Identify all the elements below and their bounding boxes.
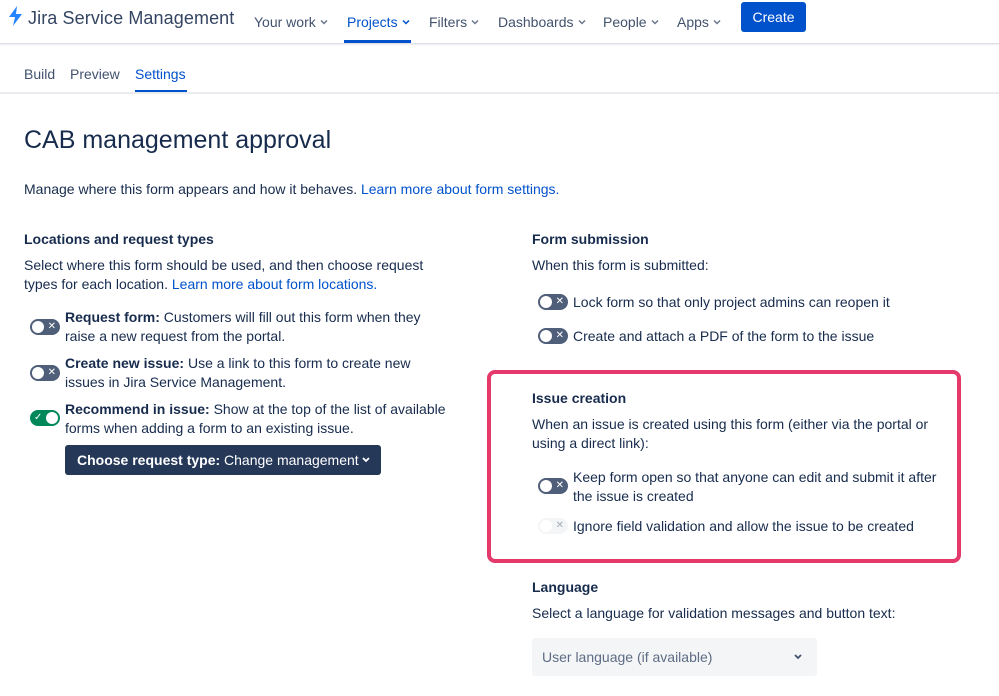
nav-people-label: People — [603, 14, 647, 30]
keep-form-open-option: Keep form open so that anyone can edit a… — [573, 468, 953, 506]
request-form-text-line2: raise a new request from the portal. — [65, 328, 286, 344]
nav-people[interactable]: People — [603, 0, 659, 44]
locations-description-line1: Select where this form should be used, a… — [24, 257, 424, 273]
tab-build[interactable]: Build — [24, 66, 55, 82]
chevron-down-icon — [362, 457, 370, 463]
language-description: Select a language for validation message… — [532, 605, 896, 621]
toggle-knob — [32, 321, 44, 333]
nav-apps-label: Apps — [677, 14, 709, 30]
language-heading: Language — [532, 579, 599, 595]
create-new-issue-option: Create new issue: Use a link to this for… — [65, 354, 455, 392]
issue-creation-description-line2: using a direct link): — [532, 435, 649, 451]
ignore-validation-toggle: ✕ — [538, 518, 568, 534]
locations-description: Select where this form should be used, a… — [24, 256, 423, 294]
toggle-knob — [540, 480, 552, 492]
nav-apps[interactable]: Apps — [677, 0, 721, 44]
create-new-issue-option-line1: Create new issue: Use a link to this for… — [65, 354, 455, 373]
jira-bolt-icon — [8, 5, 23, 31]
create-new-issue-title: Create new issue: — [65, 355, 185, 371]
cross-icon: ✕ — [555, 296, 564, 307]
recommend-in-issue-option: Recommend in issue: Show at the top of t… — [65, 400, 455, 438]
nav-filters[interactable]: Filters — [429, 0, 479, 44]
create-new-issue-text-line2: issues in Jira Service Management. — [65, 374, 286, 390]
chevron-down-icon — [471, 19, 479, 25]
keep-form-open-text-line2: the issue is created — [573, 488, 694, 504]
locations-heading: Locations and request types — [24, 231, 214, 247]
form-submission-heading: Form submission — [532, 231, 649, 247]
create-new-issue-toggle[interactable]: ✕ — [30, 365, 60, 381]
nav-active-indicator — [344, 40, 411, 43]
toggle-knob — [46, 412, 58, 424]
form-locations-link[interactable]: Learn more about form locations. — [172, 276, 377, 292]
language-select-value: User language (if available) — [542, 649, 713, 665]
create-button[interactable]: Create — [741, 2, 806, 32]
nav-filters-label: Filters — [429, 14, 468, 30]
locations-description-line2: types for each location. Learn more abou… — [24, 275, 423, 294]
language-select[interactable]: User language (if available) — [532, 638, 817, 676]
ignore-validation-option-text: Ignore field validation and allow the is… — [573, 518, 914, 534]
attach-pdf-option-text: Create and attach a PDF of the form to t… — [573, 328, 875, 344]
request-form-toggle[interactable]: ✕ — [30, 319, 60, 335]
tab-settings[interactable]: Settings — [135, 66, 186, 82]
keep-form-open-text-line1: Keep form open so that anyone can edit a… — [573, 469, 937, 485]
tab-preview[interactable]: Preview — [70, 66, 120, 82]
form-submission-description: When this form is submitted: — [532, 257, 709, 273]
intro-text: Manage where this form appears and how i… — [24, 181, 559, 197]
request-form-text-line1: Customers will fill out this form when t… — [159, 309, 421, 325]
request-form-title: Request form: — [65, 309, 160, 325]
cross-icon: ✕ — [47, 321, 56, 332]
chevron-down-icon — [794, 654, 802, 660]
attach-pdf-toggle[interactable]: ✕ — [538, 328, 568, 344]
toggle-knob — [540, 330, 552, 342]
issue-creation-heading: Issue creation — [532, 390, 627, 406]
app-name: Jira Service Management — [28, 7, 235, 28]
lock-form-toggle[interactable]: ✕ — [538, 294, 568, 310]
chevron-down-icon — [577, 19, 586, 25]
issue-creation-description: When an issue is created using this form… — [532, 415, 928, 453]
page-title: CAB management approval — [24, 126, 332, 154]
nav-dashboards[interactable]: Dashboards — [498, 0, 586, 44]
check-icon: ✓ — [34, 412, 43, 423]
cross-icon: ✕ — [555, 520, 564, 531]
chevron-down-icon — [320, 19, 328, 25]
toggle-knob — [32, 367, 44, 379]
recommend-in-issue-toggle[interactable]: ✓ — [30, 410, 60, 426]
chevron-down-icon — [651, 19, 659, 25]
chevron-down-icon — [713, 19, 721, 25]
top-navigation: Jira Service Management Your work Projec… — [0, 0, 999, 44]
chevron-down-icon — [402, 19, 410, 25]
toggle-knob — [540, 520, 552, 532]
create-new-issue-text-line1: Use a link to this form to create new — [184, 355, 411, 371]
recommend-in-issue-text-line2: forms when adding a form to an existing … — [65, 420, 354, 436]
form-tabs: Build Preview Settings — [0, 56, 999, 94]
toggle-knob — [540, 296, 552, 308]
request-form-option-line1: Request form: Customers will fill out th… — [65, 308, 455, 327]
cross-icon: ✕ — [47, 367, 56, 378]
app-logo[interactable]: Jira Service Management — [8, 5, 235, 31]
intro-description: Manage where this form appears and how i… — [24, 181, 361, 197]
request-form-option: Request form: Customers will fill out th… — [65, 308, 455, 346]
nav-your-work[interactable]: Your work — [254, 0, 328, 44]
keep-form-open-toggle[interactable]: ✕ — [538, 478, 568, 494]
recommend-in-issue-option-line1: Recommend in issue: Show at the top of t… — [65, 400, 455, 419]
request-type-label: Choose request type: — [77, 452, 221, 468]
recommend-in-issue-text-line1: Show at the top of the list of available — [209, 401, 446, 417]
cross-icon: ✕ — [555, 480, 564, 491]
lock-form-option-text: Lock form so that only project admins ca… — [573, 294, 890, 310]
request-type-value: Change management — [220, 452, 359, 468]
choose-request-type-button[interactable]: Choose request type: Change management — [65, 445, 381, 475]
tab-active-indicator — [135, 90, 187, 92]
nav-projects[interactable]: Projects — [347, 0, 410, 44]
nav-projects-label: Projects — [347, 14, 398, 30]
nav-dashboards-label: Dashboards — [498, 14, 574, 30]
recommend-in-issue-title: Recommend in issue: — [65, 401, 210, 417]
cross-icon: ✕ — [555, 330, 564, 341]
issue-creation-description-line1: When an issue is created using this form… — [532, 416, 929, 432]
locations-description-line2-text: types for each location. — [24, 276, 172, 292]
nav-your-work-label: Your work — [254, 14, 316, 30]
form-settings-link[interactable]: Learn more about form settings. — [361, 181, 559, 197]
